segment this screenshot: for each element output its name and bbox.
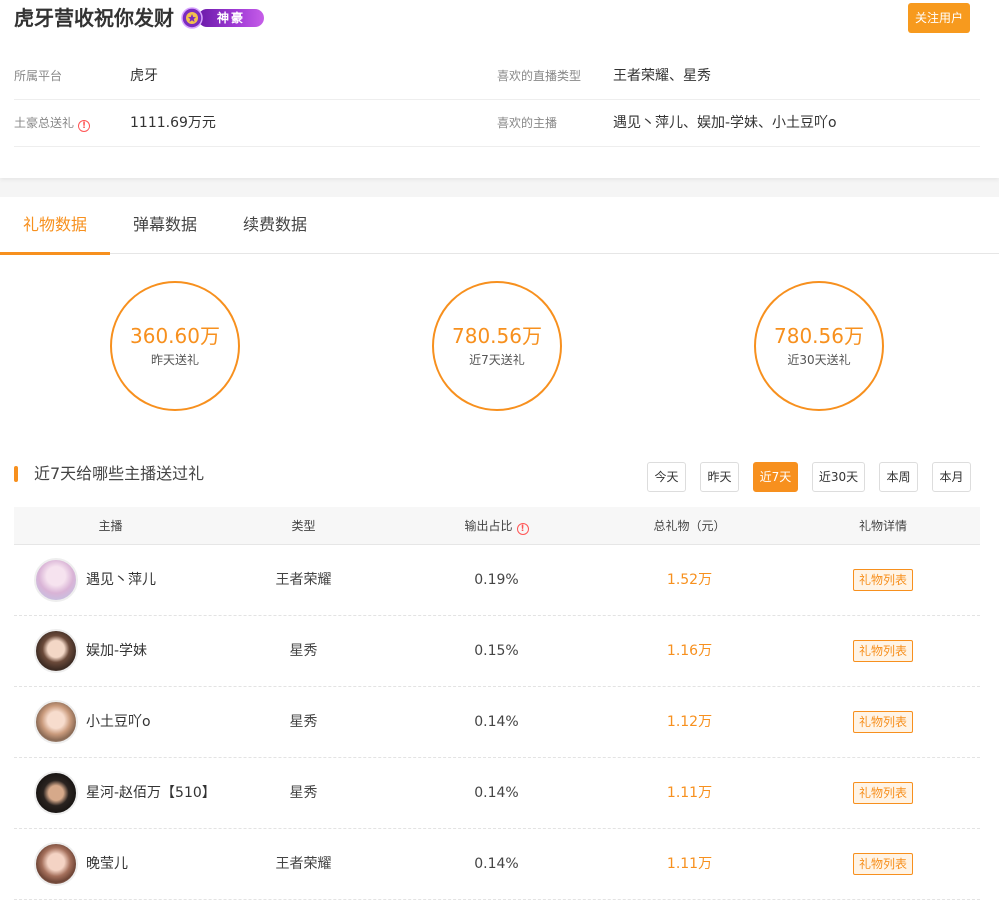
info-row-total: 土豪总送礼! 1111.69万元 喜欢的主播 遇见丶萍儿、娱加-学妹、小土豆吖o: [14, 100, 980, 147]
user-name: 虎牙营收祝你发财: [14, 6, 174, 30]
gift-detail-cell: 礼物列表: [786, 829, 980, 899]
favorite-anchors-label: 喜欢的主播: [497, 116, 558, 130]
output-share: 0.14%: [474, 714, 519, 730]
favorite-anchors-value: 遇见丶萍儿、娱加-学妹、小土豆吖o: [613, 115, 837, 131]
gift-detail-cell: 礼物列表: [786, 687, 980, 757]
stat-yesterday: 360.60万 昨天送礼: [110, 281, 240, 411]
stat-7days: 780.56万 近7天送礼: [432, 281, 562, 411]
total-gift: 1.52万: [666, 572, 713, 588]
output-share: 0.19%: [474, 572, 519, 588]
tab-bar: 礼物数据 弹幕数据 续费数据: [0, 197, 999, 255]
tab-renewal-data[interactable]: 续费数据: [220, 197, 330, 254]
anchor-type: 王者荣耀: [275, 856, 332, 872]
header-share-text: 输出占比: [464, 519, 513, 533]
total-gift: 1.16万: [666, 643, 713, 659]
anchor-type: 星秀: [289, 643, 318, 659]
header-type: 类型: [291, 519, 316, 533]
stat-30days-label: 近30天送礼: [787, 353, 851, 367]
gift-list-button[interactable]: 礼物列表: [852, 640, 913, 662]
avatar[interactable]: [34, 629, 78, 673]
info-circle-icon[interactable]: !: [78, 120, 91, 132]
gift-list-button[interactable]: 礼物列表: [852, 569, 913, 591]
table-row: 娱加-学妹 星秀 0.15% 1.16万 礼物列表: [14, 616, 980, 687]
gift-detail-cell: 礼物列表: [786, 545, 980, 615]
follow-user-button[interactable]: 关注用户: [908, 3, 970, 33]
total-gift: 1.11万: [666, 785, 713, 801]
total-gift-label-text: 土豪总送礼: [14, 116, 75, 130]
total-gift-label: 土豪总送礼!: [14, 100, 91, 146]
avatar[interactable]: [34, 558, 78, 602]
rank-badge-label: 神豪: [198, 9, 264, 27]
output-share: 0.14%: [474, 785, 519, 801]
stat-yesterday-value: 360.60万: [130, 324, 220, 348]
table-row: 晚莹儿 王者荣耀 0.14% 1.11万 礼物列表: [14, 829, 980, 900]
gift-detail-cell: 礼物列表: [786, 758, 980, 828]
total-gift: 1.12万: [666, 714, 713, 730]
gift-list-button[interactable]: 礼物列表: [852, 711, 913, 733]
anchor-name[interactable]: 娱加-学妹: [86, 629, 147, 673]
anchor-name[interactable]: 晚莹儿: [86, 842, 128, 886]
output-share: 0.14%: [474, 856, 519, 872]
platform-value: 虎牙: [130, 68, 158, 84]
section-title-text: 近7天给哪些主播送过礼: [34, 464, 205, 483]
stat-30days-value: 780.56万: [774, 324, 864, 348]
anchor-name[interactable]: 小土豆吖o: [86, 700, 151, 744]
gift-detail-cell: 礼物列表: [786, 616, 980, 686]
anchor-name[interactable]: 星河-赵佰万【510】: [86, 771, 216, 815]
genre-value: 王者荣耀、星秀: [613, 68, 711, 84]
profile-card: 虎牙营收祝你发财 神豪 关注用户 所属平台 虎牙 喜欢的直播类型 王者荣耀、星秀…: [0, 0, 999, 178]
section-accent-bar: [14, 466, 18, 482]
stat-7days-label: 近7天送礼: [469, 353, 525, 367]
data-panel: 礼物数据 弹幕数据 续费数据 360.60万 昨天送礼 780.56万 近7天送…: [0, 197, 999, 906]
platform-label: 所属平台: [14, 69, 63, 83]
output-share: 0.15%: [474, 643, 519, 659]
header-anchor: 主播: [98, 519, 123, 533]
rank-badge: 神豪: [180, 6, 268, 29]
stat-7days-value: 780.56万: [452, 324, 542, 348]
header-share: 输出占比!: [400, 507, 593, 545]
range-today-button[interactable]: 今天: [647, 462, 686, 492]
range-this-month-button[interactable]: 本月: [932, 462, 971, 492]
gift-list-button[interactable]: 礼物列表: [852, 853, 913, 875]
total-gift-value: 1111.69万元: [130, 115, 216, 131]
stat-yesterday-label: 昨天送礼: [150, 353, 199, 367]
range-this-week-button[interactable]: 本周: [879, 462, 918, 492]
range-yesterday-button[interactable]: 昨天: [700, 462, 739, 492]
tab-gift-data[interactable]: 礼物数据: [0, 197, 110, 255]
crown-medal-icon: [181, 7, 203, 29]
avatar[interactable]: [34, 771, 78, 815]
table-row: 星河-赵佰万【510】 星秀 0.14% 1.11万 礼物列表: [14, 758, 980, 829]
table-row: 小土豆吖o 星秀 0.14% 1.12万 礼物列表: [14, 687, 980, 758]
anchor-gift-table: 主播 类型 输出占比! 总礼物（元） 礼物详情 遇见丶萍儿 王者荣耀 0.19%…: [14, 507, 980, 900]
anchor-type: 星秀: [289, 714, 318, 730]
table-header: 主播 类型 输出占比! 总礼物（元） 礼物详情: [14, 507, 980, 545]
info-circle-icon[interactable]: !: [516, 523, 529, 535]
anchor-name[interactable]: 遇见丶萍儿: [86, 558, 156, 602]
gift-list-button[interactable]: 礼物列表: [852, 782, 913, 804]
tab-danmaku-data[interactable]: 弹幕数据: [110, 197, 220, 254]
range-30days-button[interactable]: 近30天: [812, 462, 865, 492]
anchor-type: 星秀: [289, 785, 318, 801]
genre-label: 喜欢的直播类型: [497, 69, 582, 83]
stat-30days: 780.56万 近30天送礼: [754, 281, 884, 411]
header-gift-detail: 礼物详情: [858, 519, 907, 533]
avatar[interactable]: [34, 700, 78, 744]
table-row: 遇见丶萍儿 王者荣耀 0.19% 1.52万 礼物列表: [14, 545, 980, 616]
total-gift: 1.11万: [666, 856, 713, 872]
anchor-type: 王者荣耀: [275, 572, 332, 588]
avatar[interactable]: [34, 842, 78, 886]
range-7days-button[interactable]: 近7天: [753, 462, 798, 492]
info-row-platform: 所属平台 虎牙 喜欢的直播类型 王者荣耀、星秀: [14, 53, 980, 100]
header-total-gift: 总礼物（元）: [653, 519, 726, 533]
